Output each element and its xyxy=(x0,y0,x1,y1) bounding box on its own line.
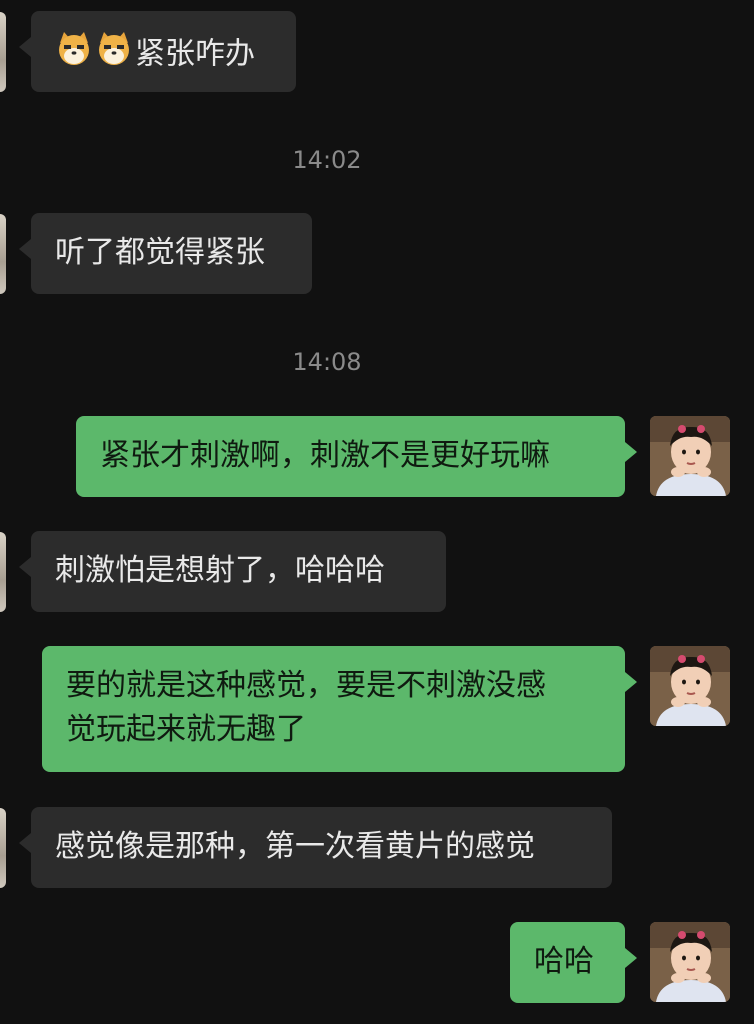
message-text: 感觉像是那种，第一次看黄片的感觉 xyxy=(55,829,535,864)
timestamp: 14:02 xyxy=(292,146,362,174)
message-text: 哈哈 xyxy=(534,944,594,979)
message-text: 紧张才刺激啊，刺激不是更好玩嘛 xyxy=(100,438,550,473)
message-text: 刺激怕是想射了，哈哈哈 xyxy=(55,553,385,588)
incoming-message-bubble[interactable]: 感觉像是那种，第一次看黄片的感觉 xyxy=(19,807,612,888)
message-text: 紧张咋办 xyxy=(135,36,255,72)
contact-avatar[interactable] xyxy=(0,12,6,92)
timestamp: 14:08 xyxy=(292,348,362,376)
incoming-message-bubble[interactable]: 紧张咋办 xyxy=(19,11,296,92)
outgoing-message-bubble[interactable]: 要的就是这种感觉，要是不刺激没感 觉玩起来就无趣了 xyxy=(42,646,637,772)
dog-face-icon xyxy=(55,29,93,80)
incoming-message-bubble[interactable]: 刺激怕是想射了，哈哈哈 xyxy=(19,531,446,612)
chat-area[interactable]: 紧张咋办 14:02 听了都觉得紧张 14:08 紧张才刺激啊，刺激不是更好玩嘛 xyxy=(0,0,754,1024)
message-text-line: 觉玩起来就无趣了 xyxy=(66,712,306,747)
contact-avatar[interactable] xyxy=(0,214,6,294)
user-avatar[interactable] xyxy=(650,416,730,496)
outgoing-message-bubble[interactable]: 紧张才刺激啊，刺激不是更好玩嘛 xyxy=(76,416,637,497)
contact-avatar[interactable] xyxy=(0,808,6,888)
user-avatar[interactable] xyxy=(650,646,730,726)
message-text: 听了都觉得紧张 xyxy=(55,235,265,270)
message-text-line: 要的就是这种感觉，要是不刺激没感 xyxy=(66,668,546,703)
dog-face-icon xyxy=(95,29,133,80)
contact-avatar[interactable] xyxy=(0,532,6,612)
outgoing-message-bubble[interactable]: 哈哈 xyxy=(510,922,637,1003)
incoming-message-bubble[interactable]: 听了都觉得紧张 xyxy=(19,213,312,294)
user-avatar[interactable] xyxy=(650,922,730,1002)
